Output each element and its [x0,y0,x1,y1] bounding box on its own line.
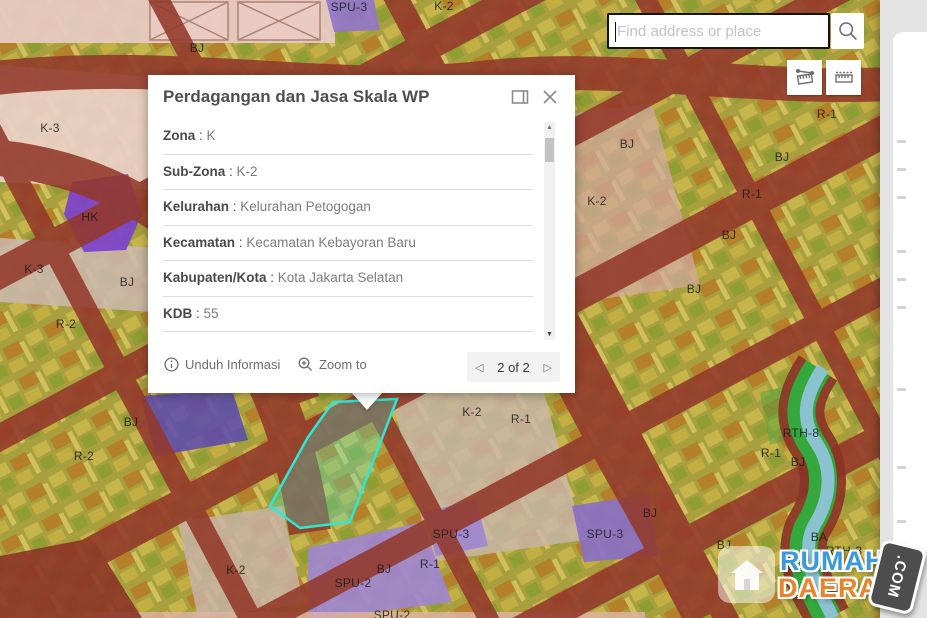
side-panel-card [893,32,927,556]
download-info-label: Unduh Informasi [185,357,280,372]
zoom-to-label: Zoom to [319,357,367,372]
popup-field-row: KLB : 3.92 [163,332,533,340]
popup-field-row: Kecamatan : Kecamatan Kebayoran Baru [163,226,533,262]
popup-field-row: Kelurahan : Kelurahan Petogogan [163,190,533,226]
measure-area-icon [794,67,816,89]
popup-callout-pointer [351,392,383,410]
prev-page-icon[interactable]: ◁ [475,361,483,374]
popup-header: Perdagangan dan Jasa Skala WP [148,75,575,119]
measure-distance-button[interactable] [826,60,861,95]
page-indicator: 2 of 2 [497,360,530,375]
search-button[interactable] [831,13,864,49]
measure-area-button[interactable] [787,60,822,95]
close-icon[interactable] [541,88,559,106]
popup-scrollbar[interactable]: ▲ ▼ [544,122,555,340]
popup-pagination: ◁ 2 of 2 ▷ [467,352,560,382]
map-viewer: K-3BJSPU-3K-2HKK-3BJR-2BJR-2K-2SPU-2SPU-… [0,0,927,618]
side-panel [880,0,927,618]
zoom-to-icon [298,357,313,372]
info-icon [164,357,179,372]
maximize-icon[interactable] [511,88,529,106]
download-info-button[interactable]: Unduh Informasi [164,357,280,372]
popup-footer: Unduh Informasi Zoom to ◁ 2 of 2 ▷ [148,341,575,393]
measure-distance-icon [833,67,855,89]
scrollbar-thumb[interactable] [545,138,554,162]
scroll-up-icon[interactable]: ▲ [544,124,555,131]
popup-attribute-list: Zona : KSub-Zona : K-2Kelurahan : Kelura… [163,119,575,340]
feature-popup: Perdagangan dan Jasa Skala WP Zona : KSu… [148,75,575,393]
search-icon [838,21,858,41]
search-input[interactable] [615,17,819,45]
next-page-icon[interactable]: ▷ [544,361,552,374]
search-input-box[interactable] [607,13,830,49]
popup-field-row: Zona : K [163,119,533,155]
search-widget [607,13,864,49]
popup-field-row: Kabupaten/Kota : Kota Jakarta Selatan [163,261,533,297]
scroll-down-icon[interactable]: ▼ [544,331,555,338]
popup-title: Perdagangan dan Jasa Skala WP [163,87,429,107]
popup-field-row: Sub-Zona : K-2 [163,155,533,191]
popup-field-row: KDB : 55 [163,297,533,333]
zoom-to-button[interactable]: Zoom to [298,357,367,372]
